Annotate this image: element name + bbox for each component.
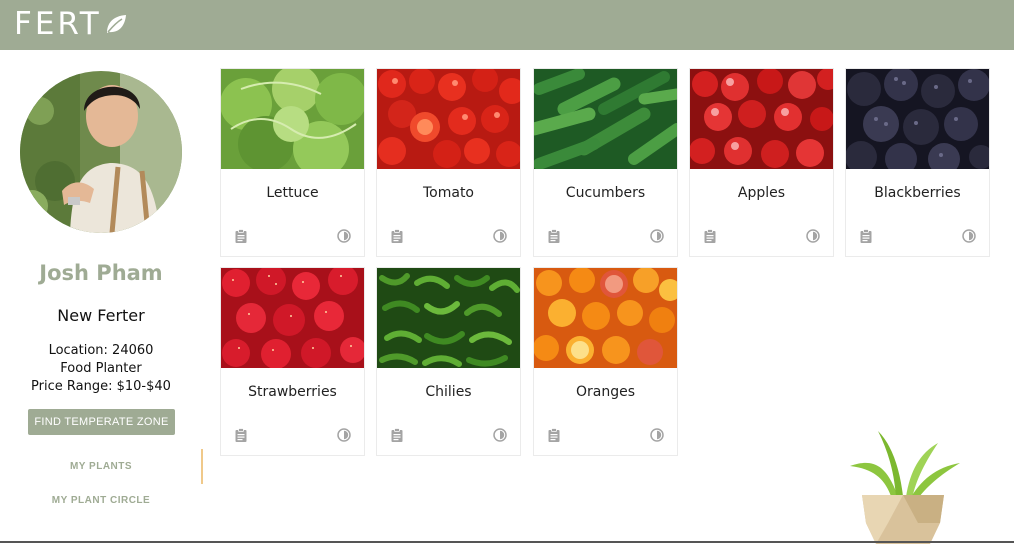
top-bar: FERT — [0, 0, 1014, 50]
nav-active-indicator — [201, 449, 203, 484]
timer-icon[interactable] — [806, 229, 820, 243]
plant-card-lettuce[interactable]: Lettuce — [220, 68, 365, 257]
plant-name: Oranges — [575, 384, 636, 400]
clipboard-icon[interactable] — [547, 229, 561, 243]
profile-name: Josh Pham — [39, 261, 163, 285]
profile-location: Location: 24060 — [48, 343, 154, 358]
plant-card-chilies[interactable]: Chilies — [376, 267, 521, 456]
find-temperate-zone-button[interactable]: FIND TEMPERATE ZONE — [28, 409, 175, 435]
tomato-image — [377, 69, 520, 169]
apples-image — [690, 69, 833, 169]
plant-card-blackberries[interactable]: Blackberries — [845, 68, 990, 257]
plant-name: Apples — [737, 185, 786, 201]
clipboard-icon[interactable] — [547, 428, 561, 442]
timer-icon[interactable] — [337, 229, 351, 243]
plant-name: Cucumbers — [565, 185, 646, 201]
profile-role: New Ferter — [57, 306, 145, 325]
cucumbers-image — [534, 69, 677, 169]
avatar[interactable] — [20, 71, 182, 233]
plant-name: Lettuce — [266, 185, 319, 201]
plant-card-apples[interactable]: Apples — [689, 68, 834, 257]
plant-card-strawberries[interactable]: Strawberries — [220, 267, 365, 456]
clipboard-icon[interactable] — [859, 229, 873, 243]
timer-icon[interactable] — [650, 229, 664, 243]
logo[interactable]: FERT — [14, 6, 128, 42]
logo-text: FERT — [14, 6, 102, 42]
nav-my-plant-circle[interactable]: MY PLANT CIRCLE — [0, 495, 202, 506]
timer-icon[interactable] — [962, 229, 976, 243]
timer-icon[interactable] — [337, 428, 351, 442]
plant-name: Blackberries — [874, 185, 961, 201]
chilies-image — [377, 268, 520, 368]
nav-my-plants[interactable]: MY PLANTS — [0, 461, 202, 472]
blackberries-image — [846, 69, 989, 169]
page-edge — [1014, 0, 1024, 549]
clipboard-icon[interactable] — [234, 428, 248, 442]
clipboard-icon[interactable] — [703, 229, 717, 243]
lettuce-image — [221, 69, 364, 169]
clipboard-icon[interactable] — [234, 229, 248, 243]
plant-card-oranges[interactable]: Oranges — [533, 267, 678, 456]
clipboard-icon[interactable] — [390, 229, 404, 243]
leaf-icon — [106, 15, 126, 33]
profile-price-range: Price Range: $10-$40 — [31, 379, 171, 394]
plant-name: Chilies — [425, 384, 472, 400]
timer-icon[interactable] — [493, 428, 507, 442]
plant-name: Strawberries — [248, 384, 337, 400]
profile-occupation: Food Planter — [60, 361, 142, 376]
plant-name: Tomato — [422, 185, 474, 201]
plant-card-cucumbers[interactable]: Cucumbers — [533, 68, 678, 257]
potted-plant-illustration — [850, 431, 960, 544]
oranges-image — [534, 268, 677, 368]
timer-icon[interactable] — [493, 229, 507, 243]
clipboard-icon[interactable] — [390, 428, 404, 442]
timer-icon[interactable] — [650, 428, 664, 442]
strawberries-image — [221, 268, 364, 368]
plant-card-tomato[interactable]: Tomato — [376, 68, 521, 257]
bottom-divider — [0, 541, 1014, 543]
